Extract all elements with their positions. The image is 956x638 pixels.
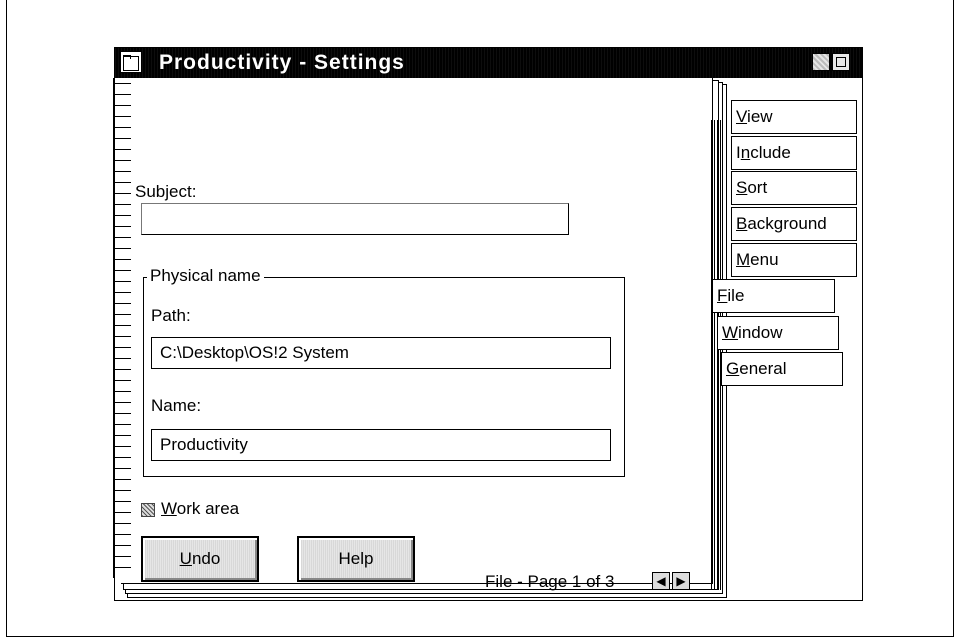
minimize-icon[interactable] [812, 53, 830, 71]
tab-include[interactable]: Include [731, 136, 857, 170]
tab-view[interactable]: View [731, 100, 857, 134]
undo-button[interactable]: Undo [141, 536, 259, 582]
physical-name-label: Physical name [147, 266, 264, 286]
help-button[interactable]: Help [297, 536, 415, 582]
tab-background[interactable]: Background [731, 207, 857, 241]
tab-view-label: iew [747, 107, 773, 126]
tab-binding [711, 120, 721, 590]
arrow-left-icon[interactable]: ◀ [652, 572, 670, 590]
window-title: Productivity - Settings [159, 51, 405, 74]
undo-label-rest: ndo [191, 549, 221, 568]
work-area-label: Work area [161, 499, 240, 518]
name-field[interactable]: Productivity [151, 429, 611, 461]
notebook-page: Subject: Physical name Path: C:\Desktop\… [113, 78, 713, 591]
spiral-binding [113, 78, 131, 578]
work-area-checkbox[interactable] [141, 503, 155, 517]
path-field[interactable]: C:\Desktop\OS!2 System [151, 337, 611, 369]
settings-window: Productivity - Settings Subject: Physica… [113, 47, 863, 601]
notebook: Subject: Physical name Path: C:\Desktop\… [113, 78, 729, 600]
maximize-icon[interactable] [832, 53, 850, 71]
tab-sort[interactable]: Sort [731, 171, 857, 205]
tab-general[interactable]: General [721, 352, 843, 386]
page-indicator: File - Page 1 of 3 [485, 572, 615, 591]
tab-file[interactable]: File [713, 279, 835, 313]
subject-label: Subject: [135, 182, 197, 201]
name-label: Name: [151, 396, 202, 415]
system-menu-icon[interactable] [120, 51, 142, 73]
tab-menu[interactable]: Menu [731, 243, 857, 277]
subject-input[interactable] [141, 203, 569, 235]
title-bar[interactable]: Productivity - Settings [115, 48, 862, 78]
tab-window[interactable]: Window [717, 316, 839, 350]
path-label: Path: [151, 306, 191, 325]
arrow-right-icon[interactable]: ▶ [672, 572, 690, 590]
